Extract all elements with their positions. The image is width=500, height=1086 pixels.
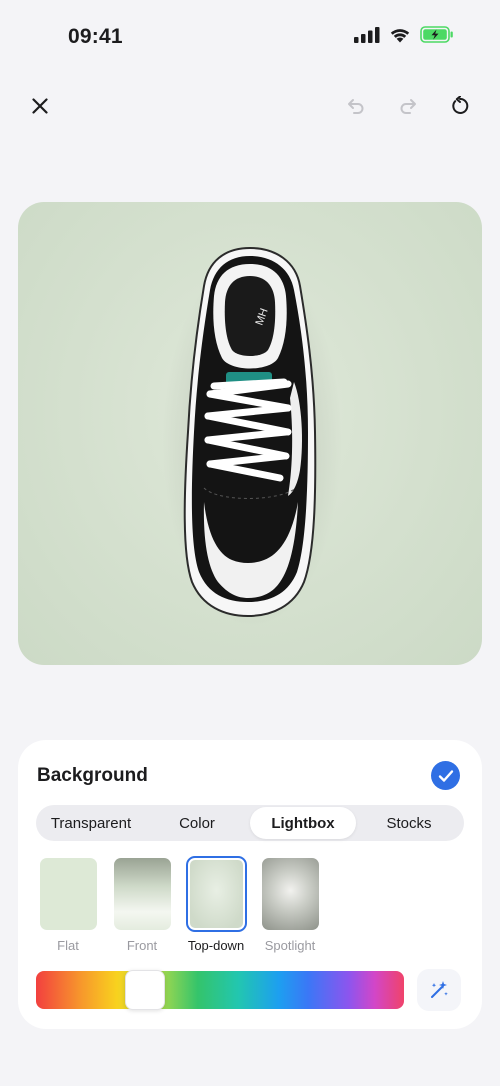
close-button[interactable] <box>20 86 60 126</box>
tab-stocks[interactable]: Stocks <box>356 807 462 839</box>
undo-icon <box>348 99 364 114</box>
sneaker-image: MH <box>162 246 342 627</box>
preset-top-down[interactable]: Top-down <box>185 856 247 953</box>
status-bar: 09:41 <box>0 0 500 74</box>
background-panel: Background Transparent Color Lightbox St… <box>18 740 482 1029</box>
redo-button[interactable] <box>388 86 428 126</box>
background-type-tabs: Transparent Color Lightbox Stocks <box>36 805 464 841</box>
undo-button[interactable] <box>336 86 376 126</box>
cellular-signal-icon <box>354 26 380 43</box>
preset-label: Front <box>126 938 158 953</box>
preset-front-thumbnail <box>113 858 171 930</box>
preset-flat-thumbnail <box>39 858 97 930</box>
magic-wand-button[interactable] <box>417 969 461 1011</box>
magic-wand-icon <box>431 981 448 998</box>
wifi-icon <box>390 28 410 42</box>
status-time: 09:41 <box>68 25 123 48</box>
battery-icon <box>420 26 453 43</box>
preset-label: Spotlight <box>264 938 316 953</box>
checkmark-icon <box>438 769 453 782</box>
tab-transparent[interactable]: Transparent <box>38 807 144 839</box>
status-icons <box>354 26 454 43</box>
reset-icon <box>452 96 469 114</box>
tab-color[interactable]: Color <box>144 807 250 839</box>
redo-icon <box>400 99 416 114</box>
preset-spotlight-thumbnail <box>261 858 319 930</box>
lightbox-presets: Flat Front Top-down Spotlight <box>38 856 320 953</box>
close-icon <box>32 98 48 114</box>
confirm-button[interactable] <box>431 761 460 790</box>
product-preview: MH <box>18 202 482 665</box>
preset-flat[interactable]: Flat <box>38 858 98 953</box>
panel-title: Background <box>37 765 148 786</box>
hue-slider-thumb[interactable] <box>125 970 165 1010</box>
preset-label: Flat <box>57 938 79 953</box>
preset-top-down-thumbnail <box>185 856 247 932</box>
preset-front[interactable]: Front <box>112 858 172 953</box>
reset-button[interactable] <box>440 86 480 126</box>
preset-label: Top-down <box>187 938 245 953</box>
hue-slider[interactable] <box>36 970 404 1010</box>
preset-spotlight[interactable]: Spotlight <box>260 858 320 953</box>
tab-lightbox[interactable]: Lightbox <box>250 807 356 839</box>
